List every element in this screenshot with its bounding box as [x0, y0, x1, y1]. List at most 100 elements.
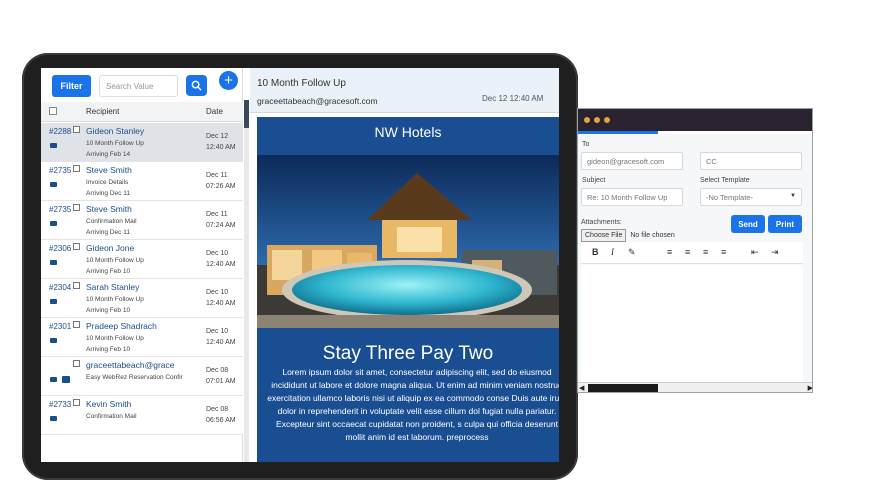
- row-recipient: Pradeep Shadrach: [86, 321, 157, 331]
- row-arriving: Arriving Dec 11: [86, 190, 130, 197]
- hotel-photo: [257, 155, 559, 328]
- window-dot-icon[interactable]: [604, 117, 610, 123]
- align-center-icon[interactable]: ≡: [685, 247, 690, 257]
- compose-window: To gideon@gracesoft.com CC Subject Selec…: [577, 108, 813, 393]
- row-recipient: Kevin Smith: [86, 399, 132, 409]
- row-date: Dec 10: [206, 289, 229, 296]
- row-checkbox[interactable]: [73, 360, 80, 367]
- row-checkbox[interactable]: [73, 399, 80, 406]
- row-id: #2735: [49, 205, 72, 214]
- subject-field[interactable]: Re: 10 Month Follow Up: [581, 188, 683, 206]
- align-justify-icon[interactable]: ≡: [721, 247, 726, 257]
- mail-icon: [50, 377, 57, 382]
- row-checkbox[interactable]: [73, 282, 80, 289]
- indent-icon[interactable]: ⇥: [771, 247, 779, 258]
- preview-date: Dec 12 12:40 AM: [482, 94, 544, 103]
- row-subject: Confirmation Mail: [86, 218, 137, 225]
- compose-hscrollbar[interactable]: ◀ ▶: [578, 382, 812, 392]
- row-recipient: Steve Smith: [86, 204, 132, 214]
- chevron-down-icon: ▼: [790, 193, 796, 199]
- row-time: 12:40 AM: [206, 144, 236, 151]
- row-checkbox[interactable]: [73, 243, 80, 250]
- row-checkbox[interactable]: [73, 126, 80, 133]
- window-dot-icon[interactable]: [594, 117, 600, 123]
- row-checkbox[interactable]: [73, 321, 80, 328]
- mail-icon: [50, 299, 57, 304]
- message-list-pane: Filter Search Value + Recipient Date #22…: [41, 68, 243, 462]
- select-all-checkbox[interactable]: [49, 107, 57, 115]
- row-id: #2306: [49, 244, 72, 253]
- row-id: #2735: [49, 166, 72, 175]
- align-left-icon[interactable]: ≡: [667, 247, 672, 257]
- scroll-left-icon[interactable]: ◀: [579, 384, 584, 392]
- row-date: Dec 08: [206, 406, 229, 413]
- row-id: #2733: [49, 400, 72, 409]
- row-time: 06:56 AM: [206, 417, 236, 424]
- mail-icon: [50, 260, 57, 265]
- filter-button[interactable]: Filter: [52, 75, 91, 97]
- row-recipient: Gideon Jone: [86, 243, 135, 253]
- editor-area[interactable]: [581, 265, 803, 382]
- outdent-icon[interactable]: ⇤: [751, 247, 759, 258]
- template-label: Select Template: [700, 177, 750, 184]
- table-row[interactable]: #2306 Gideon Jone 10 Month Follow Up Arrivi…: [41, 240, 243, 279]
- template-select-value: -No Template-: [706, 192, 753, 202]
- mail-icon: [50, 221, 57, 226]
- list-scrollbar[interactable]: [244, 100, 249, 462]
- row-time: 12:40 AM: [206, 300, 236, 307]
- row-date: Dec 11: [206, 172, 228, 179]
- add-button[interactable]: +: [219, 71, 238, 90]
- italic-icon[interactable]: I: [611, 247, 614, 257]
- send-button[interactable]: Send: [731, 215, 765, 233]
- row-arriving: Arriving Dec 11: [86, 229, 130, 236]
- row-date: Dec 12: [206, 133, 229, 140]
- table-row[interactable]: #2301 Pradeep Shadrach 10 Month Follow Up A…: [41, 318, 243, 357]
- highlight-icon[interactable]: ✎: [628, 247, 636, 258]
- search-input[interactable]: Search Value: [99, 75, 178, 97]
- align-right-icon[interactable]: ≡: [703, 247, 708, 257]
- row-date: Dec 10: [206, 250, 229, 257]
- print-button[interactable]: Print: [768, 215, 802, 233]
- preview-header: 10 Month Follow Up graceettabeach@graces…: [250, 68, 559, 113]
- row-recipient: graceettabeach@grace: [86, 360, 175, 370]
- row-time: 12:40 AM: [206, 261, 236, 268]
- compose-hscrollbar-thumb[interactable]: [588, 384, 658, 392]
- bold-icon[interactable]: B: [592, 247, 599, 257]
- row-arriving: Arriving Feb 10: [86, 346, 131, 353]
- table-row[interactable]: #2733 Kevin Smith Confirmation Mail Dec 08 0…: [41, 396, 243, 435]
- row-checkbox[interactable]: [73, 165, 80, 172]
- to-field[interactable]: gideon@gracesoft.com: [581, 152, 683, 170]
- briefcase-icon: [62, 376, 70, 383]
- mail-icon: [50, 182, 57, 187]
- row-subject: 10 Month Follow Up: [86, 335, 144, 342]
- mail-icon: [50, 416, 57, 421]
- search-button[interactable]: [186, 75, 207, 96]
- file-picker: Choose File No file chosen: [581, 229, 675, 242]
- cc-field[interactable]: CC: [700, 152, 802, 170]
- template-select[interactable]: -No Template- ▼: [700, 188, 802, 206]
- preview-title: 10 Month Follow Up: [257, 78, 346, 89]
- header-recipient: Recipient: [86, 107, 120, 116]
- list-scrollbar-thumb[interactable]: [244, 100, 249, 128]
- window-dot-icon[interactable]: [584, 117, 590, 123]
- row-time: 12:40 AM: [206, 339, 236, 346]
- scroll-right-icon[interactable]: ▶: [808, 384, 812, 392]
- table-row[interactable]: #2735 Steve Smith Invoice Details Arriving …: [41, 162, 243, 201]
- choose-file-button[interactable]: Choose File: [581, 229, 627, 242]
- list-toolbar: Filter Search Value +: [41, 68, 242, 100]
- table-row[interactable]: #2288 Gideon Stanley 10 Month Follow Up Arr…: [41, 123, 243, 162]
- compose-body: To gideon@gracesoft.com CC Subject Selec…: [578, 134, 812, 382]
- row-recipient: Gideon Stanley: [86, 126, 145, 136]
- row-date: Dec 10: [206, 328, 229, 335]
- subject-label: Subject: [582, 177, 606, 184]
- row-checkbox[interactable]: [73, 204, 80, 211]
- row-recipient: Steve Smith: [86, 165, 132, 175]
- row-arriving: Arriving Feb 14: [86, 151, 131, 158]
- row-id: #2288: [49, 127, 72, 136]
- editor-toolbar: B I ✎ ≡ ≡ ≡ ≡ ⇤ ⇥: [581, 242, 803, 264]
- table-row[interactable]: #2735 Steve Smith Confirmation Mail Arrivin…: [41, 201, 243, 240]
- row-subject: Invoice Details: [86, 179, 129, 186]
- table-row[interactable]: #2304 Sarah Stanley 10 Month Follow Up Arri…: [41, 279, 243, 318]
- table-row[interactable]: graceettabeach@grace Easy WebRez Reservat…: [41, 357, 243, 396]
- compose-titlebar: [578, 109, 812, 131]
